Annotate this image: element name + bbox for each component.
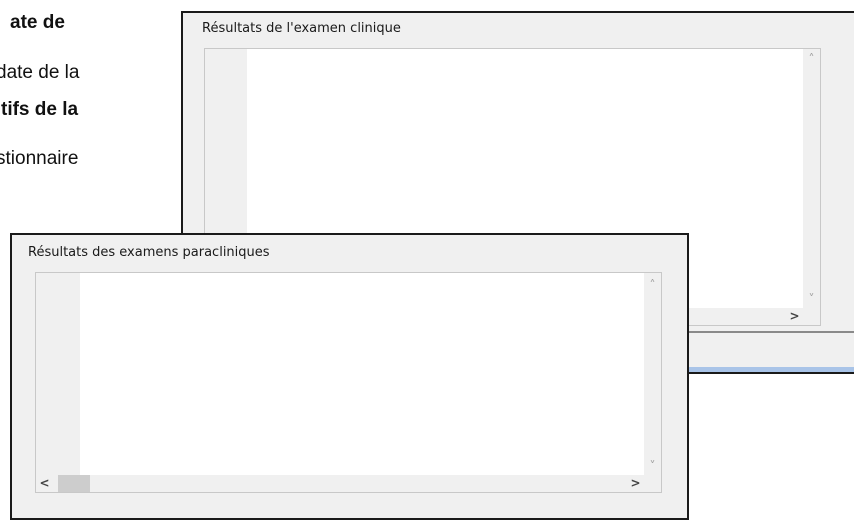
paraclinical-exams-title: Résultats des examens paracliniques bbox=[28, 245, 270, 260]
scroll-up-arrow-icon[interactable]: ˄ bbox=[644, 277, 661, 294]
scroll-down-arrow-icon[interactable]: ˅ bbox=[803, 291, 820, 308]
paraclinical-exams-horizontal-scrollbar[interactable]: < > bbox=[36, 475, 661, 492]
paraclinical-exams-panel: Résultats des examens paracliniques ˄ ˅ … bbox=[10, 233, 689, 520]
clinical-exam-title: Résultats de l'examen clinique bbox=[202, 21, 401, 36]
document-line-2: date de la bbox=[0, 62, 80, 83]
scroll-right-arrow-icon[interactable]: > bbox=[627, 475, 644, 492]
paraclinical-exams-gutter bbox=[36, 273, 80, 492]
scroll-left-arrow-icon[interactable]: < bbox=[36, 475, 53, 492]
paraclinical-exams-vertical-scrollbar[interactable]: ˄ ˅ bbox=[644, 273, 661, 475]
clinical-exam-vertical-scrollbar[interactable]: ˄ ˅ bbox=[803, 49, 820, 308]
document-line-3: tifs de la bbox=[1, 99, 79, 120]
scroll-down-arrow-icon[interactable]: ˅ bbox=[644, 458, 661, 475]
document-line-1: ate de bbox=[10, 12, 65, 33]
scroll-up-arrow-icon[interactable]: ˄ bbox=[803, 51, 820, 68]
paraclinical-exams-textarea[interactable]: ˄ ˅ < > bbox=[35, 272, 662, 493]
horizontal-scroll-thumb[interactable] bbox=[58, 475, 90, 492]
document-line-4: stionnaire bbox=[0, 148, 79, 169]
scroll-right-arrow-icon[interactable]: > bbox=[786, 308, 803, 325]
